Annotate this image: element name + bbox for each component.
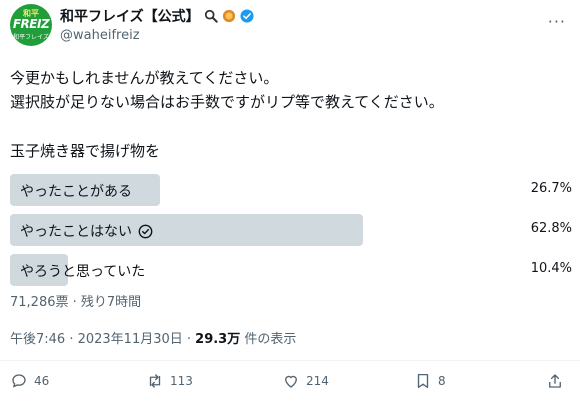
reply-button[interactable]: 46 — [10, 372, 49, 390]
bookmark-count: 8 — [438, 374, 446, 388]
pan-emoji-icon — [222, 9, 235, 23]
like-count: 214 — [306, 374, 329, 388]
poll-option-percent: 26.7% — [530, 181, 572, 196]
repost-count: 113 — [170, 374, 193, 388]
poll-question: 玉子焼き器で揚げ物を — [10, 142, 161, 160]
avatar[interactable]: 和平 FREIZ 和平フレイズ — [10, 4, 52, 46]
like-button[interactable]: 214 — [282, 372, 329, 390]
poll-option-voted[interactable]: やったことはない 62.8% — [10, 214, 572, 246]
poll-option-label: やろうと思っていた — [20, 261, 145, 281]
poll-option[interactable]: やったことがある 26.7% — [10, 174, 572, 206]
action-bar: 46 113 214 8 — [10, 372, 570, 398]
poll-option-text: やったことがある — [20, 184, 132, 200]
avatar-bottom-text: 和平フレイズ — [13, 34, 49, 41]
bookmark-button[interactable]: 8 — [414, 372, 446, 390]
poll-meta: 71,286票 · 残り7時間 — [10, 295, 142, 310]
more-options-icon[interactable]: ··· — [548, 12, 566, 31]
repost-button[interactable]: 113 — [146, 372, 193, 390]
poll-option[interactable]: やろうと思っていた 10.4% — [10, 254, 572, 286]
tweet-text: 今更かもしれませんが教えてください。 選択肢が足りない場合はお手数ですがリプ等で… — [10, 69, 444, 111]
poll-option-text: やろうと思っていた — [20, 264, 146, 280]
poll-option-percent: 10.4% — [530, 261, 572, 276]
heart-icon — [285, 375, 297, 388]
handle[interactable]: @waheifreiz — [60, 28, 140, 43]
timestamp-time: 午後7:46 · 2023年11月30日 · — [10, 332, 196, 347]
share-button[interactable] — [546, 372, 564, 390]
verified-badge-icon — [240, 9, 254, 23]
poll-option-label: やったことがある — [20, 181, 132, 201]
reply-icon — [12, 374, 26, 388]
display-name[interactable]: 和平フレイズ【公式】 — [60, 6, 200, 26]
divider — [0, 360, 580, 361]
bookmark-icon — [417, 373, 429, 389]
share-icon — [549, 374, 561, 388]
reply-count: 46 — [34, 374, 50, 388]
voted-check-icon — [138, 224, 153, 238]
author-name-row: 和平フレイズ【公式】 — [60, 6, 254, 26]
poll-option-percent: 62.8% — [530, 221, 572, 236]
poll-option-label: やったことはない — [20, 221, 153, 241]
timestamp[interactable]: 午後7:46 · 2023年11月30日 · 29.3万 件の表示 — [10, 328, 296, 347]
view-count: 29.3万 — [195, 332, 241, 347]
view-label: 件の表示 — [240, 332, 297, 347]
repost-icon — [149, 374, 161, 388]
avatar-logo-text: FREIZ — [12, 17, 50, 31]
poll: やったことがある 26.7% やったことはない 62.8% やろうと思っていた … — [10, 174, 572, 294]
tweet: 和平 FREIZ 和平フレイズ 和平フレイズ【公式】 @waheifreiz ·… — [0, 0, 580, 403]
magnifier-emoji-icon — [204, 9, 218, 23]
poll-option-text: やったことはない — [20, 224, 132, 240]
